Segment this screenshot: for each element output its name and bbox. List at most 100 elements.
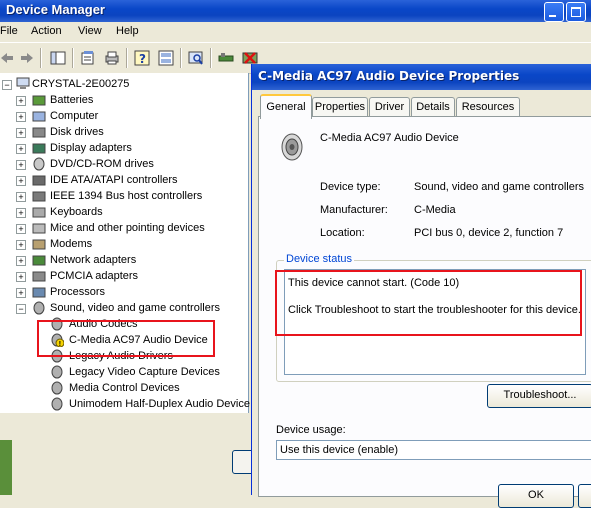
device-usage-value: Use this device (enable) — [280, 444, 399, 456]
device-status-legend: Device status — [284, 253, 355, 265]
collapse-icon[interactable]: − — [2, 80, 12, 90]
desktop-background — [0, 440, 12, 495]
device-usage-select[interactable]: Use this device (enable) — [276, 440, 591, 460]
device-type-label: Device type: — [320, 181, 381, 193]
tab-general[interactable]: General — [260, 94, 312, 119]
expand-icon[interactable]: + — [16, 176, 26, 186]
mouse-icon — [32, 223, 46, 234]
print-icon[interactable] — [104, 50, 120, 66]
speaker-icon — [51, 381, 63, 395]
computer-icon — [32, 111, 46, 122]
tree-category-label: Processors — [50, 286, 106, 298]
ok-button[interactable]: OK — [498, 484, 574, 508]
collapse-icon[interactable]: − — [16, 304, 26, 314]
tree-category-label: DVD/CD-ROM drives — [50, 158, 154, 170]
keyboard-icon — [32, 207, 46, 218]
computer-name: CRYSTAL-2E00275 — [32, 78, 130, 90]
menu-file[interactable]: File — [0, 25, 18, 37]
expand-icon[interactable]: + — [16, 96, 26, 106]
ieee1394-icon — [32, 191, 46, 202]
tree-category-label: Modems — [50, 238, 93, 250]
view-icon[interactable] — [158, 50, 174, 66]
pcmcia-icon — [32, 271, 46, 282]
dialog-title: C-Media AC97 Audio Device Properties — [258, 69, 520, 83]
help-icon[interactable]: ? — [134, 50, 150, 66]
expand-icon[interactable]: + — [16, 288, 26, 298]
expand-icon[interactable]: + — [16, 224, 26, 234]
tree-category-label: Batteries — [50, 94, 94, 106]
location-value: PCI bus 0, device 2, function 7 — [414, 227, 564, 239]
show-hide-console-tree-icon[interactable] — [50, 50, 66, 66]
tree-category-label: IDE ATA/ATAPI controllers — [50, 174, 178, 186]
toolbar-separator — [72, 48, 74, 68]
cdrom-icon — [33, 157, 45, 171]
speaker-icon — [51, 397, 63, 411]
menu-view[interactable]: View — [78, 25, 102, 37]
expand-icon[interactable]: + — [16, 192, 26, 202]
properties-dialog: C-Media AC97 Audio Device Properties Gen… — [251, 64, 591, 508]
tree-category-label: Disk drives — [50, 126, 104, 138]
ide-controller-icon — [32, 175, 46, 186]
expand-icon[interactable]: + — [16, 256, 26, 266]
expand-icon[interactable]: + — [16, 160, 26, 170]
tree-device-label: Unimodem Half-Duplex Audio Device — [69, 398, 250, 410]
menu-help[interactable]: Help — [116, 25, 139, 37]
expand-icon[interactable]: + — [16, 112, 26, 122]
update-driver-icon[interactable] — [218, 50, 234, 66]
tree-category-label: Computer — [50, 110, 99, 122]
toolbar-separator — [180, 48, 182, 68]
scan-hardware-icon[interactable] — [188, 50, 204, 66]
menu-action[interactable]: Action — [31, 25, 62, 37]
status-area — [0, 414, 250, 495]
tree-category-label: Sound, video and game controllers — [50, 302, 220, 314]
dialog-title-bar[interactable]: C-Media AC97 Audio Device Properties — [252, 64, 591, 90]
display-adapter-icon — [32, 143, 46, 154]
expand-icon[interactable]: + — [16, 144, 26, 154]
disk-drive-icon — [32, 127, 46, 138]
battery-icon — [32, 95, 46, 106]
status-error-highlight — [275, 270, 582, 336]
tree-category-label: Network adapters — [50, 254, 137, 266]
device-usage-label: Device usage: — [276, 424, 346, 436]
tree-device-label: Media Control Devices — [69, 382, 180, 394]
toolbar-separator — [210, 48, 212, 68]
computer-icon — [16, 77, 30, 89]
network-adapter-icon — [32, 255, 46, 266]
tree-device-label: Legacy Video Capture Devices — [69, 366, 220, 378]
location-label: Location: — [320, 227, 365, 239]
forward-arrow-icon[interactable] — [18, 50, 34, 66]
speaker-icon — [281, 133, 303, 161]
cancel-button[interactable] — [578, 484, 591, 508]
device-tree[interactable]: − CRYSTAL-2E00275 + Batteries + Computer + Di… — [0, 73, 250, 413]
tab-resources[interactable]: Resources — [456, 97, 520, 117]
expand-icon[interactable]: + — [16, 272, 26, 282]
tab-driver[interactable]: Driver — [369, 97, 410, 117]
maximize-button[interactable] — [566, 2, 586, 22]
properties-icon[interactable] — [80, 50, 96, 66]
tree-category-label: Display adapters — [50, 142, 132, 154]
tree-category-label: Mice and other pointing devices — [50, 222, 205, 234]
expand-icon[interactable]: + — [16, 128, 26, 138]
tab-details[interactable]: Details — [411, 97, 455, 117]
troubleshoot-button[interactable]: Troubleshoot... — [487, 384, 591, 408]
expand-icon[interactable]: + — [16, 240, 26, 250]
modem-icon — [32, 239, 46, 250]
tree-category-label: IEEE 1394 Bus host controllers — [50, 190, 203, 202]
tree-category-label: Keyboards — [50, 206, 103, 218]
tab-properties[interactable]: Properties — [312, 97, 368, 117]
processor-icon — [32, 287, 46, 298]
toolbar-separator — [126, 48, 128, 68]
device-type-value: Sound, video and game controllers — [414, 181, 584, 193]
device-manager-title-bar[interactable]: Device Manager — [0, 0, 591, 22]
expand-icon[interactable]: + — [16, 208, 26, 218]
device-name: C-Media AC97 Audio Device — [320, 132, 459, 144]
toolbar-separator — [40, 48, 42, 68]
speaker-icon — [33, 301, 45, 315]
back-arrow-icon[interactable] — [0, 50, 16, 66]
error-device-highlight — [37, 320, 215, 357]
svg-text:?: ? — [139, 52, 146, 66]
speaker-icon — [51, 365, 63, 379]
manufacturer-value: C-Media — [414, 204, 456, 216]
window-title: Device Manager — [6, 2, 105, 17]
minimize-button[interactable] — [544, 2, 564, 22]
